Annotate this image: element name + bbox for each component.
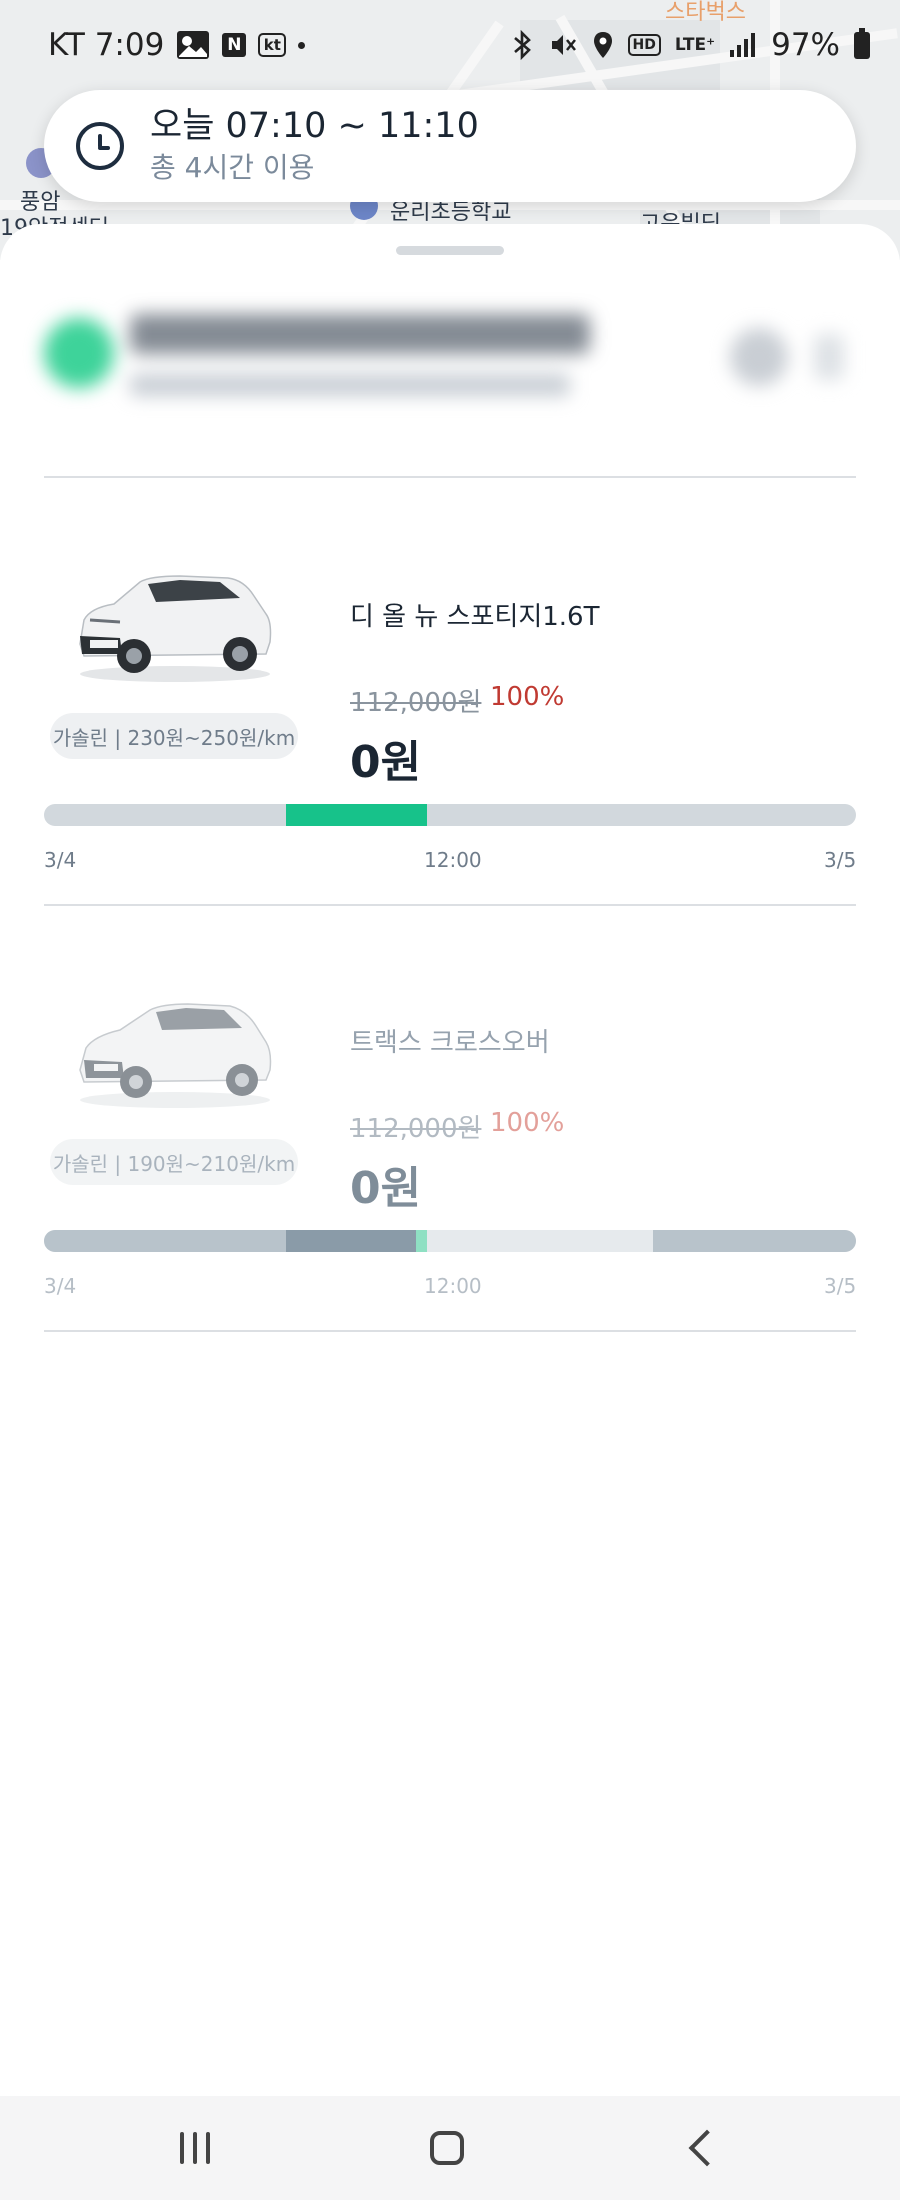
- booked-time-segment: [44, 1230, 286, 1252]
- car-image-sportage: [70, 556, 280, 686]
- photo-notification-icon: [176, 30, 210, 60]
- final-price: 0원: [350, 1163, 422, 1214]
- timeline-end-label: 3/5: [824, 848, 857, 872]
- back-icon[interactable]: [688, 2129, 726, 2167]
- hd-voice-icon: HD: [627, 34, 661, 56]
- zone-more-button[interactable]: [814, 334, 844, 380]
- car-name: 트랙스 크로스오버: [350, 1028, 550, 1058]
- battery-icon: [854, 27, 870, 59]
- rental-total-duration: 총 4시간 이용: [150, 151, 315, 184]
- original-price: 112,000원: [350, 688, 482, 718]
- timeline-mid-label: 12:00: [424, 848, 482, 872]
- home-icon[interactable]: [430, 2131, 464, 2165]
- divider: [44, 1330, 856, 1332]
- zone-avatar: [44, 318, 114, 388]
- car-image-trax: [70, 982, 280, 1112]
- kt-notification-icon: kt: [258, 33, 287, 57]
- system-nav-bar: [0, 2096, 900, 2200]
- divider: [44, 904, 856, 906]
- car-item-sportage[interactable]: 가솔린 | 230원~250원/km 디 올 뉴 스포티지1.6T 112,00…: [0, 556, 900, 982]
- divider: [44, 476, 856, 478]
- signal-icon: [729, 32, 757, 58]
- fuel-info-chip: 가솔린 | 230원~250원/km: [50, 713, 298, 759]
- discount-rate: 100%: [490, 1108, 565, 1138]
- bluetooth-icon: [510, 30, 534, 60]
- rental-time-card[interactable]: 오늘 07:10 ~ 11:10 총 4시간 이용: [44, 90, 856, 202]
- car-name: 디 올 뉴 스포티지1.6T: [350, 602, 600, 632]
- zone-header-blurred[interactable]: [30, 294, 870, 414]
- sheet-drag-handle[interactable]: [396, 246, 504, 255]
- availability-timeline[interactable]: [44, 1230, 856, 1252]
- timeline-mid-label: 12:00: [424, 1274, 482, 1298]
- booked-time-segment: [653, 1230, 856, 1252]
- more-notifications-icon: [298, 41, 306, 49]
- zone-subtitle: [130, 374, 570, 396]
- original-price: 112,000원: [350, 1114, 482, 1144]
- recent-apps-icon[interactable]: [180, 2132, 210, 2164]
- timeline-start-label: 3/4: [44, 1274, 77, 1298]
- selected-time-segment: [286, 804, 427, 826]
- bottom-sheet: 가솔린 | 230원~250원/km 디 올 뉴 스포티지1.6T 112,00…: [0, 224, 900, 2096]
- status-time: KT 7:09: [48, 27, 165, 63]
- car-item-trax[interactable]: 가솔린 | 190원~210원/km 트랙스 크로스오버 112,000원 10…: [0, 982, 900, 1408]
- clock-icon: [76, 122, 124, 170]
- naver-notification-icon: N: [222, 33, 247, 57]
- fuel-info-chip: 가솔린 | 190원~210원/km: [50, 1139, 298, 1185]
- discount-rate: 100%: [490, 682, 565, 712]
- timeline-start-label: 3/4: [44, 848, 77, 872]
- zone-action-button[interactable]: [730, 328, 788, 386]
- availability-timeline[interactable]: [44, 804, 856, 826]
- rental-time-range: 오늘 07:10 ~ 11:10: [150, 106, 479, 146]
- final-price: 0원: [350, 737, 422, 788]
- status-bar: KT 7:09 N kt HD LTE⁺ 97%: [0, 0, 900, 90]
- overlap-time-segment: [286, 1230, 416, 1252]
- location-icon: [592, 30, 614, 60]
- battery-percent: 97%: [771, 27, 840, 63]
- zone-title: [130, 314, 590, 354]
- lte-icon: LTE⁺: [674, 34, 716, 55]
- timeline-end-label: 3/5: [824, 1274, 857, 1298]
- mute-icon: [548, 30, 578, 60]
- available-selected-segment: [416, 1230, 427, 1252]
